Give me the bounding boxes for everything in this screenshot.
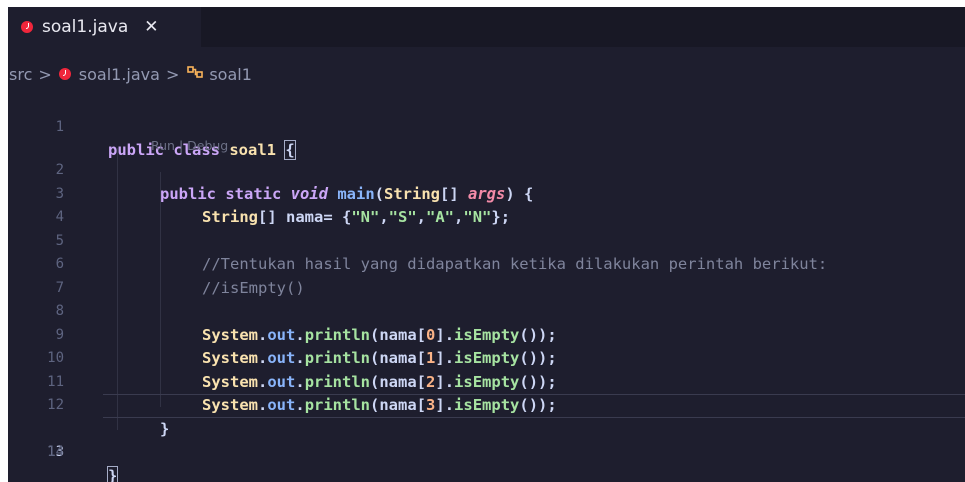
code-editor[interactable]: soal1.java ✕ src > soal1.java > soal1 1 … — [8, 7, 965, 482]
code-line: 10 System.out.println(nama[2].isEmpty())… — [8, 324, 965, 391]
code-line: 9 System.out.println(nama[1].isEmpty()); — [8, 300, 965, 368]
code-line: 1 public class soal1 { — [8, 92, 965, 160]
breadcrumb-file[interactable]: soal1.java — [79, 65, 160, 84]
code-line: 3 String[] nama= {"N","S","A","N"}; — [8, 159, 965, 227]
line-code: } — [106, 465, 119, 482]
current-line-highlight — [103, 394, 965, 418]
tab-soal1-java[interactable]: soal1.java ✕ — [8, 7, 201, 47]
breadcrumb-symbol[interactable]: soal1 — [209, 65, 252, 84]
code-line: 6 //isEmpty() — [8, 230, 965, 297]
chevron-right-icon: > — [165, 64, 180, 84]
line-number: 14 — [47, 444, 64, 460]
code-line: 12 } — [8, 371, 965, 438]
code-line: 5 //Tentukan hasil yang didapatkan ketik… — [8, 206, 965, 274]
code-line-current: 13 } — [8, 394, 965, 482]
code-line: 11 System.out.println(nama[3].isEmpty())… — [8, 347, 965, 415]
code-line: 7 — [8, 253, 965, 296]
breadcrumb: src > soal1.java > soal1 — [8, 62, 252, 86]
code-area[interactable]: 1 public class soal1 { Run | Debug 2 pub… — [8, 92, 965, 482]
class-symbol-icon — [187, 65, 204, 84]
code-line: 8 System.out.println(nama[0].isEmpty()); — [8, 277, 965, 344]
chevron-right-icon: > — [38, 64, 52, 84]
code-line: 4 — [8, 183, 965, 225]
editor-tab-bar: soal1.java ✕ — [8, 7, 965, 47]
java-file-icon — [21, 21, 33, 33]
breadcrumb-folder[interactable]: src — [9, 65, 32, 84]
java-file-icon — [58, 68, 71, 80]
code-line: 2 public static void main(String[] args)… — [8, 136, 965, 203]
tab-label: soal1.java — [42, 17, 129, 37]
close-icon[interactable]: ✕ — [144, 17, 158, 37]
code-lens-row: Run | Debug — [8, 116, 965, 153]
code-line: 14 — [8, 418, 965, 460]
